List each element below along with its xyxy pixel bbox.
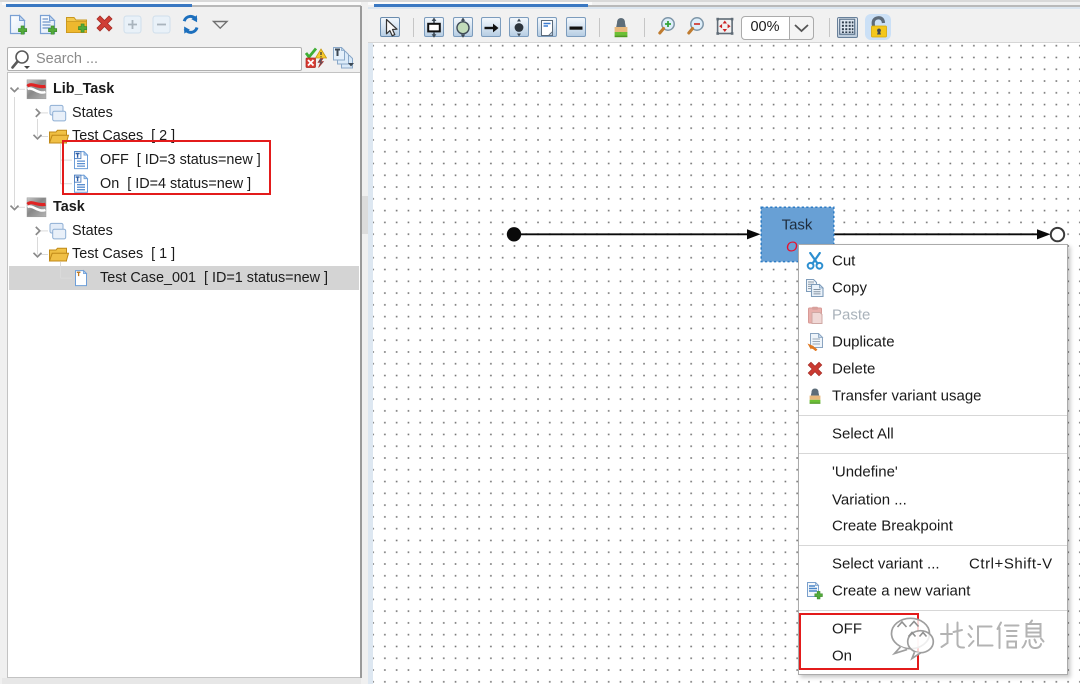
svg-text:Task: Task <box>782 217 813 234</box>
